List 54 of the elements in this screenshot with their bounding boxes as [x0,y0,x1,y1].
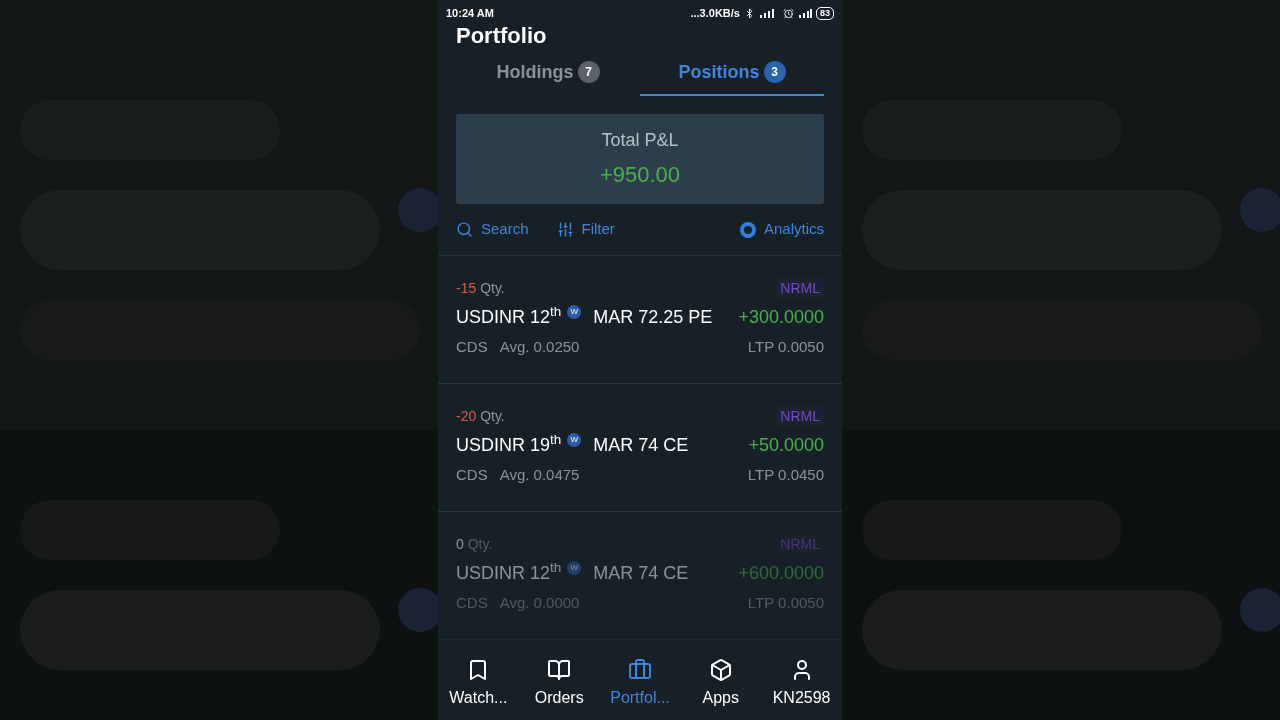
battery-level: 83 [816,6,834,20]
bluetooth-icon [744,7,755,19]
last-price: LTP 0.0450 [747,465,824,485]
quantity: -20 Qty. [456,406,505,426]
exchange: CDS [456,465,488,485]
cube-icon [708,658,733,682]
alarm-icon [783,7,794,19]
instrument-name: USDINR 19$^{th}$ [456,431,562,457]
contract: MAR 72.25 PE [593,305,713,329]
nav-item[interactable]: Portfol... [599,658,681,710]
pnl-value: +300.0000 [738,305,824,329]
contract: MAR 74 CE [593,561,689,585]
filter-icon [556,221,574,238]
product-tag: NRML [776,277,824,299]
last-price: LTP 0.0050 [747,593,824,613]
status-time: 10:24 AM [446,5,494,21]
quantity: -15 Qty. [456,278,505,298]
pnl-value: +600.0000 [738,561,824,585]
weekly-badge: W [567,561,582,575]
average-price: Avg. 0.0475 [499,465,580,485]
nav-item[interactable]: Watch... [438,658,519,710]
nav-item[interactable]: Apps [680,658,762,710]
product-tag: NRML [776,405,824,427]
book-icon [547,658,572,682]
tab[interactable]: Positions 3 [640,50,824,96]
instrument-name: USDINR 12$^{th}$ [456,559,562,585]
tab[interactable]: Holdings 7 [456,50,640,96]
ring-icon [739,221,756,238]
position-row[interactable]: -20 Qty. NRML USDINR 19$^{th}$ W MAR 74 CE +50.0000 CDS Avg. 0.0475 LTP 0.0450 [438,384,842,512]
briefcase-icon [628,658,652,682]
weekly-badge: W [567,305,582,319]
position-row[interactable]: -15 Qty. NRML USDINR 12$^{th}$ W MAR 72.25 PE +300.0000 CDS Avg. 0.0250 LTP 0.0050 [438,256,842,384]
nav-item[interactable]: KN2598 [761,658,842,710]
weekly-badge: W [567,433,582,447]
search-button[interactable]: Search [456,218,529,241]
filter-button[interactable]: Filter [556,218,615,241]
nav-item[interactable]: Orders [518,658,600,710]
product-tag: NRML [776,533,824,555]
exchange: CDS [456,337,488,357]
analytics-button[interactable]: Analytics [739,218,824,241]
search-icon [456,221,473,238]
pnl-value: +50.0000 [748,433,824,457]
average-price: Avg. 0.0250 [499,337,580,357]
contract: MAR 74 CE [593,433,689,457]
average-price: Avg. 0.0000 [499,593,580,613]
last-price: LTP 0.0050 [747,337,824,357]
page-title: Portfolio [456,26,547,46]
quantity: 0 Qty. [456,534,493,554]
summary-value: +950.00 [599,161,681,189]
exchange: CDS [456,593,488,613]
network-speed: ...3.0KB/s [690,5,740,21]
summary-label: Total P&L [601,129,679,152]
signal-icon [798,8,812,18]
instrument-name: USDINR 12$^{th}$ [456,303,562,329]
